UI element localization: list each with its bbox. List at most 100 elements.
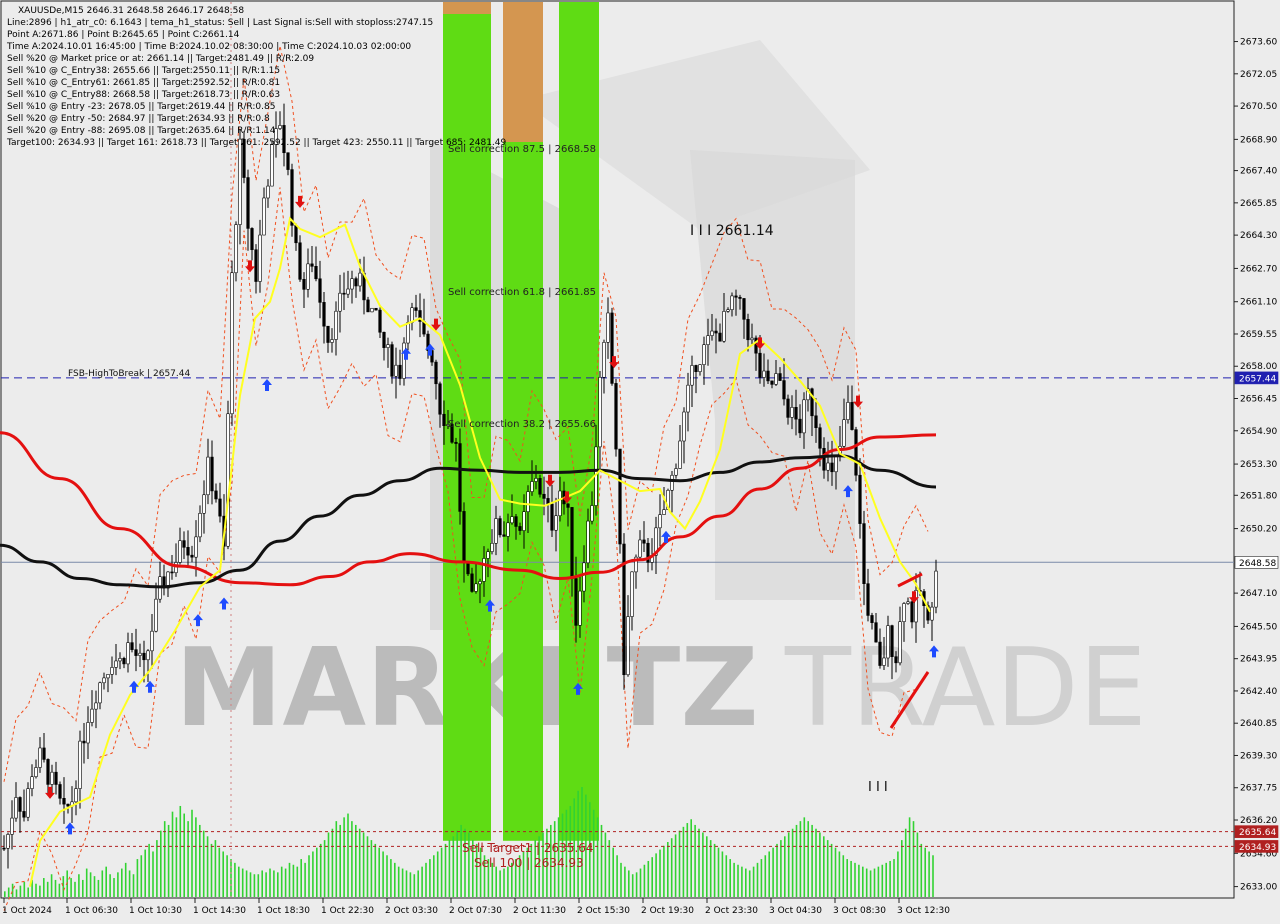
candle-body (182, 540, 186, 548)
volume-bar (456, 830, 458, 897)
candle-body (342, 292, 346, 295)
candle-body (254, 249, 258, 282)
candle-body (542, 493, 546, 499)
candle-body (194, 536, 198, 558)
volume-bar (436, 851, 439, 897)
candle-body (690, 365, 694, 386)
candle-body (330, 339, 334, 343)
candle-body (118, 658, 122, 662)
volume-bar (865, 868, 868, 897)
y-tick-label: 2670.50 (1240, 102, 1277, 112)
volume-bar (374, 843, 377, 897)
candle-body (246, 177, 250, 229)
candle-body (62, 798, 66, 805)
volume-bar (717, 847, 720, 897)
x-tick-label: 2 Oct 15:30 (577, 906, 630, 916)
candle-body (890, 625, 894, 658)
candle-body (90, 708, 94, 723)
volume-bar (686, 823, 689, 897)
candle-body (434, 361, 438, 385)
y-tick-label: 2647.10 (1240, 589, 1277, 599)
volume-bar (787, 832, 790, 897)
volume-bar (893, 859, 895, 897)
candle-body (338, 292, 342, 312)
price-tag: 2657.44 (1234, 371, 1279, 384)
candle-body (798, 418, 802, 434)
volume-bar (908, 817, 911, 897)
y-tick-label: 2650.20 (1240, 525, 1277, 535)
candle-body (694, 365, 698, 373)
candle-body (826, 462, 830, 471)
candle (402, 337, 406, 386)
volume-bar (19, 885, 22, 897)
candle-body (250, 228, 254, 251)
volume-bar (624, 866, 626, 897)
candle-body (730, 295, 734, 310)
candle-body (198, 512, 202, 538)
volume-bar (433, 855, 435, 897)
volume-bar (27, 887, 29, 897)
candle-body (174, 562, 178, 574)
candle-body (898, 621, 902, 664)
volume-bar (904, 828, 907, 897)
volume-bar (713, 843, 716, 897)
info-line: Sell %20 @ Entry -88: 2695.08 || Target:… (7, 126, 276, 136)
candle-body (506, 522, 510, 537)
candle-body (502, 534, 506, 537)
volume-bar (678, 830, 681, 897)
fsb-label: FSB-HighToBreak | 2657.44 (68, 369, 190, 379)
candle-body (138, 652, 142, 656)
candle-body (878, 641, 882, 666)
price-axis: 2673.60 2672.05 2670.50 2668.90 2667.40 2665.… (1234, 38, 1277, 893)
volume-bar (323, 840, 326, 897)
info-line: Sell %10 @ C_Entry88: 2668.58 || Target:… (7, 90, 280, 100)
volume-bar (74, 881, 76, 897)
volume-bar (869, 870, 872, 897)
candle-body (930, 606, 934, 621)
candle-body (358, 272, 362, 287)
volume-bar (873, 868, 876, 897)
candle-body (630, 571, 634, 617)
candle-body (226, 413, 230, 547)
candle-body (858, 474, 862, 524)
candle-body (670, 474, 674, 491)
volume-bar (897, 851, 899, 897)
volume-bar (58, 883, 61, 897)
volume-bar (35, 883, 37, 897)
y-tick-label: 2659.55 (1240, 330, 1277, 340)
candle-body (822, 447, 826, 471)
candle-body (618, 448, 622, 545)
candle-body (154, 598, 158, 632)
candle-body (610, 312, 614, 384)
volume-bar (124, 862, 127, 897)
candle-body (374, 307, 378, 311)
chart-area[interactable]: MARKETZ TRADE Sell correction 87.5 | 266… (0, 0, 1280, 920)
candle-body (290, 169, 294, 226)
volume-bar (366, 836, 369, 897)
volume-bar (160, 830, 162, 897)
volume-bar (737, 864, 739, 897)
volume-bar (795, 824, 798, 897)
volume-bar (171, 811, 174, 897)
volume-bar (733, 862, 735, 897)
candle-body (142, 652, 146, 661)
volume-bar (616, 855, 618, 897)
volume-bar (706, 836, 708, 897)
volume-bar (698, 828, 700, 897)
candle-body (490, 542, 494, 552)
candle (538, 474, 542, 498)
volume-bar (803, 817, 806, 897)
candle-body (398, 364, 402, 379)
volume-bar (136, 859, 139, 897)
volume-bar (121, 868, 123, 897)
volume-bar (928, 851, 930, 897)
volume-bar (89, 872, 92, 897)
candle-body (6, 834, 10, 849)
candle-body (482, 558, 486, 582)
volume-bar (343, 817, 345, 897)
x-tick-label: 1 Oct 22:30 (321, 906, 374, 916)
volume-bar (647, 860, 650, 897)
candle-body (658, 514, 662, 529)
volume-bar (807, 821, 809, 897)
info-line: Sell %10 @ C_Entry38: 2655.66 || Target:… (7, 66, 280, 76)
